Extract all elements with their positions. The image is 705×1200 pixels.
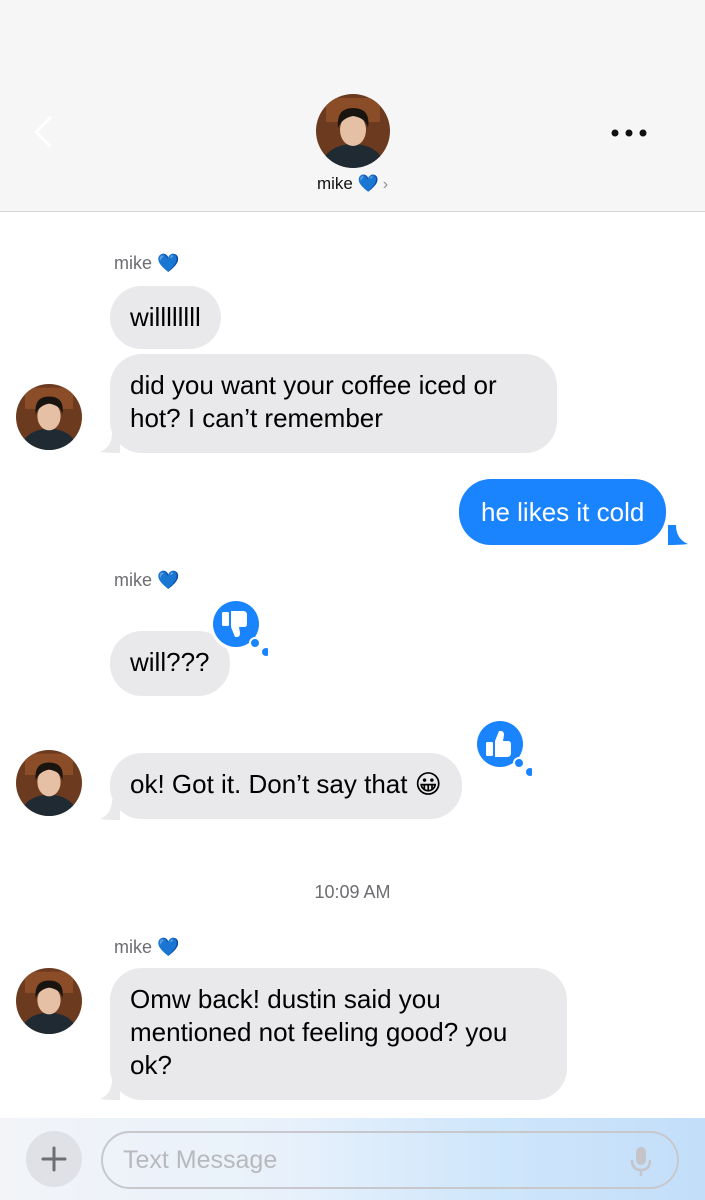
message-bubble-incoming[interactable]: Omw back! dustin said you mentioned not … xyxy=(110,968,567,1100)
add-attachment-button[interactable] xyxy=(26,1131,82,1187)
microphone-icon[interactable] xyxy=(629,1146,653,1178)
sender-label: mike 💙 xyxy=(114,570,180,590)
text-message-input[interactable] xyxy=(101,1131,679,1189)
tapback-reaction[interactable] xyxy=(472,716,532,776)
more-options-button[interactable] xyxy=(606,118,652,148)
contact-name[interactable]: mike 💙 › xyxy=(0,174,705,194)
chevron-left-icon xyxy=(34,116,52,148)
chevron-right-icon: › xyxy=(382,176,389,193)
ellipsis-icon xyxy=(611,129,647,137)
sender-avatar[interactable] xyxy=(16,750,82,816)
sender-label: mike 💙 xyxy=(114,253,180,273)
bubble-tail xyxy=(100,1080,120,1100)
conversation-header: mike 💙 › xyxy=(0,0,705,212)
avatar-photo xyxy=(16,750,82,816)
sender-avatar[interactable] xyxy=(16,968,82,1034)
tapback-reaction[interactable] xyxy=(208,596,268,656)
avatar-photo xyxy=(316,94,390,168)
message-bubble-incoming[interactable]: did you want your coffee iced or hot? I … xyxy=(110,354,557,453)
contact-avatar[interactable] xyxy=(316,94,390,168)
avatar-photo xyxy=(16,384,82,450)
bubble-tail xyxy=(668,525,688,545)
message-timestamp: 10:09 AM xyxy=(314,882,391,902)
avatar-photo xyxy=(16,968,82,1034)
bubble-tail xyxy=(100,433,120,453)
bubble-tail xyxy=(100,800,120,820)
sender-label: mike 💙 xyxy=(114,937,180,957)
plus-icon xyxy=(41,1146,67,1172)
message-composer xyxy=(0,1118,705,1200)
message-bubble-incoming[interactable]: willllllll xyxy=(110,286,221,349)
message-bubble-outgoing[interactable]: he likes it cold xyxy=(459,479,667,545)
message-bubble-incoming[interactable]: ok! Got it. Don’t say that 😀 xyxy=(110,753,462,819)
contact-name-label: mike 💙 xyxy=(316,174,379,193)
back-button[interactable] xyxy=(30,112,60,152)
sender-avatar[interactable] xyxy=(16,384,82,450)
